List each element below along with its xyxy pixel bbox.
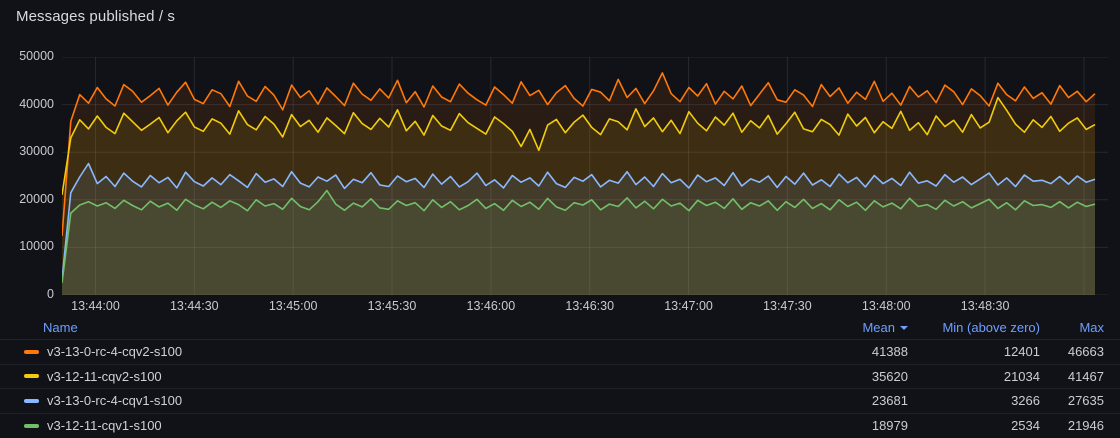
- x-axis-label: 13:45:30: [368, 299, 417, 313]
- y-axis-label: 0: [6, 287, 54, 301]
- y-axis-label: 50000: [6, 49, 54, 63]
- x-axis-label: 13:45:00: [269, 299, 318, 313]
- y-axis-label: 40000: [6, 97, 54, 111]
- series-name[interactable]: v3-12-11-cqv2-s100: [39, 369, 818, 384]
- x-axis-label: 13:44:00: [71, 299, 120, 313]
- x-axis-label: 13:44:30: [170, 299, 219, 313]
- series-name[interactable]: v3-13-0-rc-4-cqv1-s100: [39, 393, 818, 408]
- grafana-panel: Messages published / s 0 10000 20000 30000 4…: [0, 0, 1120, 438]
- series-mean-value: 23681: [818, 393, 908, 408]
- x-axis-label: 13:47:30: [763, 299, 812, 313]
- chevron-down-icon: [900, 326, 908, 330]
- column-header-min-above-zero[interactable]: Min (above zero): [908, 320, 1040, 335]
- series-min-value: 2534: [908, 418, 1040, 433]
- time-series-plot-area[interactable]: [62, 57, 1108, 295]
- y-axis-label: 30000: [6, 144, 54, 158]
- column-header-max[interactable]: Max: [1040, 320, 1104, 335]
- column-header-mean-label: Mean: [862, 320, 895, 335]
- series-mean-value: 35620: [818, 369, 908, 384]
- legend-row[interactable]: v3-12-11-cqv2-s100 35620 21034 41467: [0, 365, 1120, 390]
- series-color-swatch: [24, 350, 39, 354]
- series-name[interactable]: v3-13-0-rc-4-cqv2-s100: [39, 344, 818, 359]
- x-axis-label: 13:48:00: [862, 299, 911, 313]
- series-max-value: 21946: [1040, 418, 1104, 433]
- legend-row[interactable]: v3-12-11-cqv1-s100 18979 2534 21946: [0, 414, 1120, 438]
- x-axis-label: 13:46:30: [565, 299, 614, 313]
- series-min-value: 12401: [908, 344, 1040, 359]
- legend-header-row: Name Mean Min (above zero) Max: [0, 316, 1120, 340]
- series-name[interactable]: v3-12-11-cqv1-s100: [39, 418, 818, 433]
- legend-row[interactable]: v3-13-0-rc-4-cqv1-s100 23681 3266 27635: [0, 389, 1120, 414]
- series-mean-value: 41388: [818, 344, 908, 359]
- series-mean-value: 18979: [818, 418, 908, 433]
- series-max-value: 27635: [1040, 393, 1104, 408]
- series-max-value: 46663: [1040, 344, 1104, 359]
- series-color-swatch: [24, 374, 39, 378]
- series-max-value: 41467: [1040, 369, 1104, 384]
- x-axis-label: 13:46:00: [467, 299, 516, 313]
- y-axis-label: 20000: [6, 192, 54, 206]
- y-axis-label: 10000: [6, 239, 54, 253]
- legend-table: Name Mean Min (above zero) Max v3-13-0-r…: [0, 316, 1120, 438]
- series-min-value: 21034: [908, 369, 1040, 384]
- series-color-swatch: [24, 399, 39, 403]
- legend-row[interactable]: v3-13-0-rc-4-cqv2-s100 41388 12401 46663: [0, 340, 1120, 365]
- x-axis-label: 13:48:30: [961, 299, 1010, 313]
- panel-title[interactable]: Messages published / s: [16, 8, 175, 25]
- series-min-value: 3266: [908, 393, 1040, 408]
- x-axis-label: 13:47:00: [664, 299, 713, 313]
- column-header-name[interactable]: Name: [24, 320, 818, 335]
- series-color-swatch: [24, 424, 39, 428]
- column-header-mean[interactable]: Mean: [818, 320, 908, 335]
